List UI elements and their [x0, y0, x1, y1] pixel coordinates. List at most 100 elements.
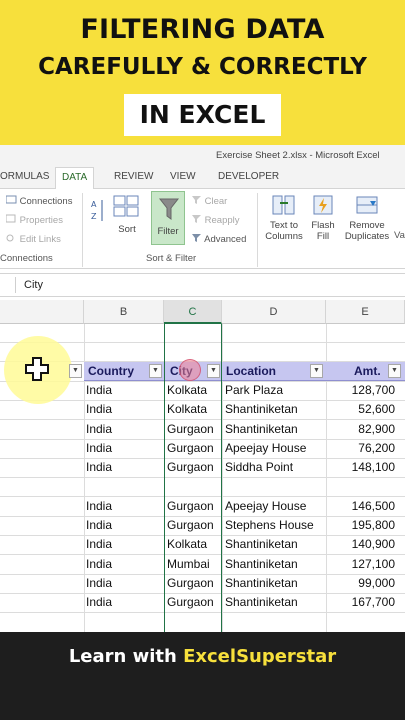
table-cell[interactable]: Shantiniketan	[225, 593, 324, 612]
tab-developer[interactable]: DEVELOPER	[218, 171, 279, 182]
filter-button[interactable]: Filter	[151, 191, 185, 245]
remove-duplicates-button[interactable]: Remove Duplicates	[341, 193, 393, 242]
table-cell[interactable]	[225, 478, 324, 497]
flash-fill-button[interactable]: Flash Fill	[309, 193, 337, 242]
filter-dropdown-amount[interactable]: ▼	[388, 364, 401, 378]
table-cell[interactable]: India	[86, 535, 162, 554]
reapply-label: Reapply	[204, 215, 240, 226]
table-cell[interactable]: India	[86, 420, 162, 439]
column-header-a[interactable]	[0, 300, 84, 324]
connections-button[interactable]: Connections	[5, 195, 73, 207]
table-cell[interactable]: Shantiniketan	[225, 555, 324, 574]
column-header-d[interactable]: D	[222, 300, 326, 324]
properties-button[interactable]: Properties	[5, 214, 63, 226]
table-cell[interactable]	[328, 478, 395, 497]
footer-text: Learn with ExcelSuperstar	[0, 646, 405, 667]
table-cell[interactable]: Kolkata	[167, 535, 220, 554]
table-cell[interactable]: Gurgaon	[167, 439, 220, 458]
data-validation-label-cutoff[interactable]: Va	[394, 230, 405, 241]
column-header-b[interactable]: B	[84, 300, 164, 324]
tab-view[interactable]: VIEW	[170, 171, 196, 182]
tab-review[interactable]: REVIEW	[114, 171, 153, 182]
table-cell[interactable]: Park Plaza	[225, 381, 324, 400]
filter-label: Filter	[157, 226, 179, 237]
table-cell[interactable]: Apeejay House	[225, 439, 324, 458]
table-cell[interactable]: India	[86, 574, 162, 593]
table-cell[interactable]: Gurgaon	[167, 458, 220, 477]
banner-line-1: FILTERING DATA	[80, 14, 325, 45]
table-cell[interactable]: India	[86, 381, 162, 400]
table-cell[interactable]: Shantiniketan	[225, 400, 324, 419]
formula-bar: City	[0, 273, 405, 297]
table-cell[interactable]: 140,900	[328, 535, 395, 554]
table-cell[interactable]: Kolkata	[167, 381, 220, 400]
reapply-button[interactable]: Reapply	[191, 214, 240, 226]
table-cell[interactable]: 99,000	[328, 574, 395, 593]
footer: Learn with ExcelSuperstar	[0, 632, 405, 720]
ribbon-separator	[82, 193, 83, 267]
header-country: Country	[88, 364, 134, 378]
table-cell[interactable]	[167, 478, 220, 497]
table-cell[interactable]: 76,200	[328, 439, 395, 458]
table-cell[interactable]: 167,700	[328, 593, 395, 612]
sort-label: Sort	[118, 224, 136, 235]
column-header-e[interactable]: E	[326, 300, 405, 324]
filter-dropdown-country[interactable]: ▼	[149, 364, 162, 378]
connections-label: Connections	[19, 196, 73, 207]
table-cell[interactable]: Siddha Point	[225, 458, 324, 477]
table-cell[interactable]	[86, 478, 162, 497]
table-cell[interactable]: India	[86, 516, 162, 535]
table-cell[interactable]: Gurgaon	[167, 420, 220, 439]
sort-az-icon[interactable]: AZ	[90, 197, 106, 228]
column-header-c[interactable]: C	[164, 300, 222, 324]
filter-dropdown-location[interactable]: ▼	[310, 364, 323, 378]
clear-label: Clear	[204, 196, 228, 207]
footer-prefix: Learn with	[68, 646, 184, 667]
ribbon-tabs: ORMULAS DATA REVIEW VIEW DEVELOPER	[0, 167, 405, 190]
sort-button[interactable]: Sort	[113, 195, 141, 235]
table-cell[interactable]: 128,700	[328, 381, 395, 400]
table-cell[interactable]: Gurgaon	[167, 574, 220, 593]
table-cell[interactable]: India	[86, 458, 162, 477]
title-bar: Exercise Sheet 2.xlsx - Microsoft Excel	[0, 145, 405, 167]
table-cell[interactable]: Gurgaon	[167, 497, 220, 516]
reapply-icon	[192, 215, 201, 223]
footer-brand: ExcelSuperstar	[183, 646, 337, 667]
table-cell[interactable]: Gurgaon	[167, 593, 220, 612]
table-cell[interactable]: Stephens House	[225, 516, 324, 535]
table-cell[interactable]: India	[86, 439, 162, 458]
text-to-columns-button[interactable]: Text to Columns	[263, 193, 305, 242]
table-cell[interactable]: Mumbai	[167, 555, 220, 574]
clear-button[interactable]: Clear	[191, 195, 227, 207]
advanced-button[interactable]: Advanced	[191, 233, 246, 245]
table-cell[interactable]: India	[86, 497, 162, 516]
edit-links-button[interactable]: Edit Links	[6, 233, 61, 245]
table-cell[interactable]: India	[86, 593, 162, 612]
svg-text:A: A	[91, 200, 97, 209]
formula-input[interactable]: City	[24, 279, 43, 291]
table-cell[interactable]: Shantiniketan	[225, 420, 324, 439]
header-location: Location	[226, 364, 276, 378]
table-cell[interactable]: India	[86, 555, 162, 574]
table-cell[interactable]: Shantiniketan	[225, 574, 324, 593]
table-cell[interactable]: 146,500	[328, 497, 395, 516]
table-cell[interactable]: Apeejay House	[225, 497, 324, 516]
table-cell[interactable]: 195,800	[328, 516, 395, 535]
window-title: Exercise Sheet 2.xlsx - Microsoft Excel	[216, 150, 380, 161]
table-cell[interactable]: Shantiniketan	[225, 535, 324, 554]
filter-dropdown-a[interactable]: ▼	[69, 364, 82, 378]
table-cell[interactable]: 52,600	[328, 400, 395, 419]
banner-line-3: IN EXCEL	[124, 94, 281, 136]
table-cell[interactable]: India	[86, 400, 162, 419]
remove-duplicates-label-1: Remove	[349, 220, 385, 231]
table-cell[interactable]: 127,100	[328, 555, 395, 574]
table-cell[interactable]: 82,900	[328, 420, 395, 439]
excel-window: Exercise Sheet 2.xlsx - Microsoft Excel …	[0, 145, 405, 632]
table-cell[interactable]: Gurgaon	[167, 516, 220, 535]
remove-duplicates-label-2: Duplicates	[344, 231, 390, 242]
tab-formulas[interactable]: ORMULAS	[0, 171, 49, 182]
tab-data[interactable]: DATA	[55, 167, 95, 190]
worksheet-grid[interactable]: Country ▼ City ▼ Location ▼ Amt. ▼ ▼ Ind…	[0, 324, 405, 632]
table-cell[interactable]: Kolkata	[167, 400, 220, 419]
table-cell[interactable]: 148,100	[328, 458, 395, 477]
